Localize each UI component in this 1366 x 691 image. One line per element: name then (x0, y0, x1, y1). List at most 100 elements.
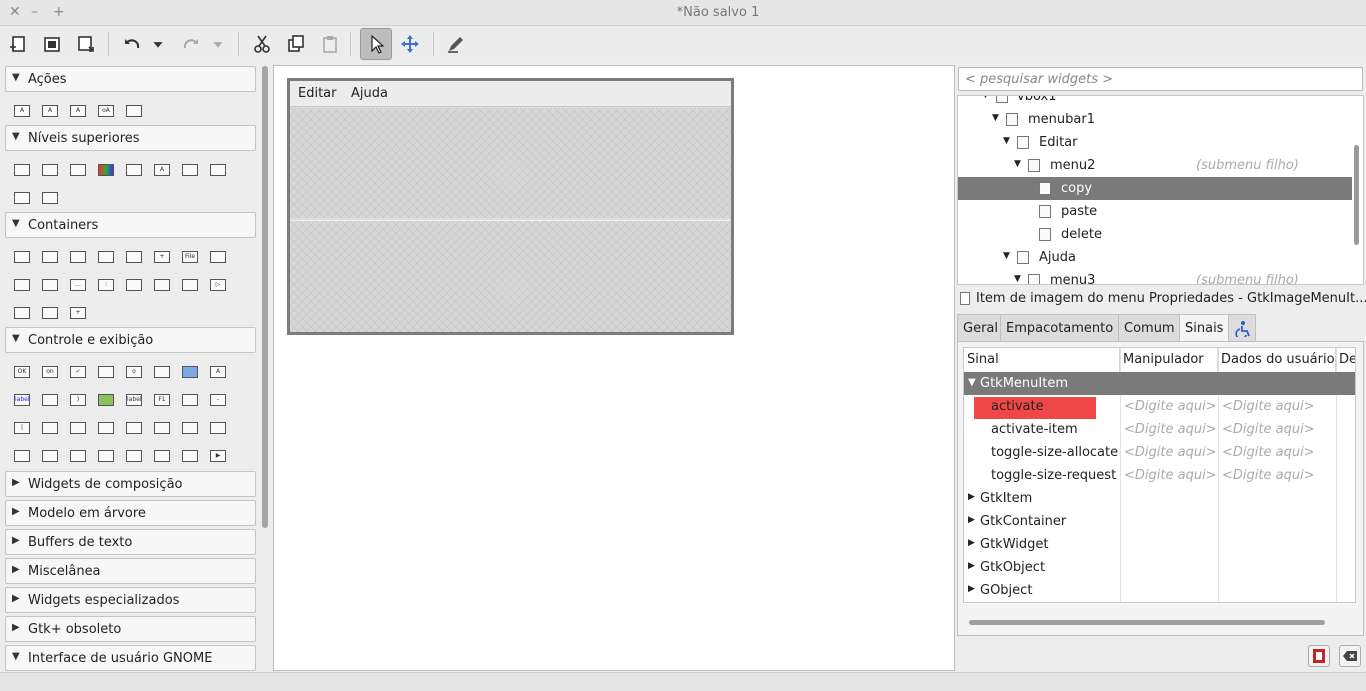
tab-geral[interactable]: Geral (957, 314, 1004, 342)
vscrollbar-icon[interactable] (64, 414, 92, 442)
palette-section-acoes[interactable]: ▼ Ações (5, 66, 256, 92)
undo-icon[interactable] (117, 29, 147, 59)
signal-group-row[interactable]: ▼ GtkMenuItem (964, 372, 1355, 395)
signal-row[interactable]: activate <Digite aqui> <Digite aqui> (964, 395, 1355, 419)
tab-accessibility[interactable] (1228, 314, 1256, 342)
input-dialog-icon[interactable] (176, 156, 204, 184)
handler-input[interactable]: <Digite aqui> (1124, 468, 1217, 483)
status-bar-icon[interactable] (64, 442, 92, 470)
expand-arrow-icon[interactable]: ▼ (1014, 159, 1021, 169)
user-data-input[interactable]: <Digite aqui> (1222, 422, 1315, 437)
tab-comum[interactable]: Comum (1118, 314, 1181, 342)
signal-group-row[interactable]: ▶ GtkContainer (964, 510, 1355, 533)
dialog-icon[interactable] (36, 156, 64, 184)
tree-row[interactable]: paste (958, 200, 1352, 223)
notebook-icon[interactable] (92, 243, 120, 271)
tree-view-icon[interactable] (204, 414, 232, 442)
placeholder-slot[interactable] (290, 220, 731, 332)
text-view-icon[interactable] (176, 414, 204, 442)
handler-input[interactable]: <Digite aqui> (1124, 399, 1217, 414)
viewport-icon[interactable]: + (64, 299, 92, 327)
entry-icon[interactable] (176, 386, 204, 414)
user-data-input[interactable]: <Digite aqui> (1222, 399, 1315, 414)
new-icon[interactable] (3, 29, 33, 59)
vline-icon[interactable] (176, 442, 204, 470)
signal-row[interactable]: toggle-size-request <Digite aqui> <Digit… (964, 464, 1355, 487)
tree-row[interactable]: ▼ vbox1 (958, 96, 1352, 108)
action-icon[interactable]: oA (92, 97, 120, 125)
button-icon[interactable]: OK (8, 358, 36, 386)
tab-sinais[interactable]: Sinais (1179, 314, 1230, 342)
designed-window[interactable]: Editar Ajuda (287, 78, 734, 335)
palette-section-buffers-texto[interactable]: ▶ Buffers de texto (5, 529, 256, 555)
collapse-arrow-icon[interactable]: ▶ (968, 561, 975, 571)
arrow-icon[interactable]: ▶ (204, 442, 232, 470)
message-dialog-icon[interactable] (204, 156, 232, 184)
eventbox-icon[interactable] (8, 299, 36, 327)
hline-icon[interactable] (148, 442, 176, 470)
expander-icon[interactable]: ▷ (204, 271, 232, 299)
hscrollbar-icon[interactable] (36, 414, 64, 442)
handler-input[interactable]: <Digite aqui> (1124, 445, 1217, 460)
vbox-icon[interactable] (36, 243, 64, 271)
window-icon[interactable] (8, 156, 36, 184)
font-button-icon[interactable]: A (204, 358, 232, 386)
grid-icon[interactable] (148, 271, 176, 299)
tree-row[interactable]: delete (958, 223, 1352, 246)
undo-dropdown-icon[interactable] (148, 29, 168, 59)
redo-icon[interactable] (176, 29, 206, 59)
signal-group-row[interactable]: ▶ GtkWidget (964, 533, 1355, 556)
recent-dialog-icon[interactable] (8, 184, 36, 212)
collapse-arrow-icon[interactable]: ▶ (968, 492, 975, 502)
palette-section-controle-exibicao[interactable]: ▼ Controle e exibição (5, 327, 256, 353)
action-icon[interactable]: A (8, 97, 36, 125)
signal-group-row[interactable]: ▶ GObject (964, 579, 1355, 602)
combo-entry-icon[interactable] (120, 414, 148, 442)
action-icon[interactable]: A (64, 97, 92, 125)
tree-row[interactable]: ▼ Editar (958, 131, 1352, 154)
tab-empacotamento[interactable]: Empacotamento (1000, 314, 1120, 342)
designed-menubar[interactable]: Editar Ajuda (290, 81, 731, 107)
select-pointer-icon[interactable] (360, 28, 392, 60)
toolbar-icon[interactable] (204, 243, 232, 271)
action-icon[interactable]: A (36, 97, 64, 125)
expand-arrow-icon[interactable]: ▼ (1003, 136, 1010, 146)
action-group-icon[interactable] (120, 97, 148, 125)
layout-icon[interactable] (120, 271, 148, 299)
tree-scrollbar[interactable] (1354, 145, 1359, 245)
menubar-icon[interactable]: File (176, 243, 204, 271)
signal-row[interactable]: activate-item <Digite aqui> <Digite aqui… (964, 418, 1355, 441)
accel-label-icon[interactable]: F1 (148, 386, 176, 414)
frame-icon[interactable] (120, 243, 148, 271)
signal-group-row[interactable]: ▶ GtkItem (964, 487, 1355, 510)
expand-arrow-icon[interactable]: ▼ (968, 377, 976, 388)
palette-section-widgets-especializados[interactable]: ▶ Widgets especializados (5, 587, 256, 613)
widget-search-input[interactable]: < pesquisar widgets > (958, 67, 1363, 91)
volume-button-icon[interactable]: ) (64, 386, 92, 414)
paste-icon[interactable] (315, 29, 345, 59)
edit-pencil-icon[interactable] (441, 29, 471, 59)
vscale-icon[interactable]: | (8, 414, 36, 442)
user-data-input[interactable]: <Digite aqui> (1222, 445, 1315, 460)
placeholder-slot[interactable] (290, 108, 731, 218)
tree-row[interactable]: ▼ menubar1 (958, 108, 1352, 131)
expand-arrow-icon[interactable]: ▼ (1003, 251, 1010, 261)
tree-row[interactable]: ▼ menu3 (submenu filho) (958, 269, 1352, 284)
menu-ajuda[interactable]: Ajuda (351, 86, 388, 101)
film-icon[interactable] (1308, 645, 1330, 667)
column-header-de[interactable]: De (1336, 348, 1355, 372)
hseparator-icon[interactable] (36, 442, 64, 470)
hpaned-icon[interactable] (8, 271, 36, 299)
toggle-button-icon[interactable]: on (36, 358, 64, 386)
column-header-sinal[interactable]: Sinal (964, 348, 1120, 372)
collapse-arrow-icon[interactable]: ▶ (968, 538, 975, 548)
vpaned-icon[interactable] (36, 271, 64, 299)
copy-icon[interactable] (281, 29, 311, 59)
collapse-arrow-icon[interactable]: ▶ (968, 515, 975, 525)
tree-row[interactable]: ▼ menu2 (submenu filho) (958, 154, 1352, 177)
cut-icon[interactable] (247, 29, 277, 59)
palette-section-miscelanea[interactable]: ▶ Miscelânea (5, 558, 256, 584)
tree-row-selected[interactable]: copy (958, 177, 1352, 200)
about-dialog-icon[interactable] (64, 156, 92, 184)
file-chooser-button-icon[interactable] (148, 358, 176, 386)
